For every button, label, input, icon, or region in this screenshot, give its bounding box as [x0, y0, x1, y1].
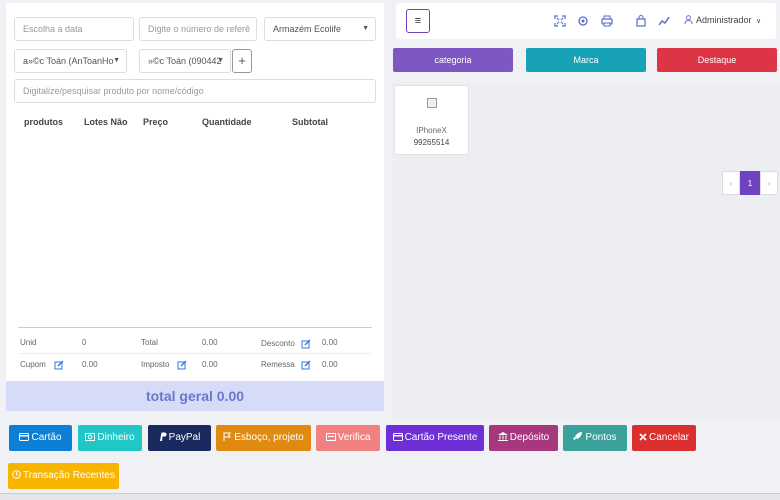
add-customer-button[interactable]: +	[232, 49, 252, 73]
shopping-bag-icon[interactable]	[635, 15, 647, 27]
date-input[interactable]: Escolha a data	[14, 17, 134, 41]
clock-icon	[12, 470, 21, 479]
points-payment-button[interactable]: Pontos	[563, 425, 627, 451]
shipping-value: 0.00	[322, 360, 338, 369]
col-lots: Lotes Não	[84, 117, 128, 127]
settings-icon[interactable]	[577, 15, 589, 27]
brand-button[interactable]: Marca	[526, 48, 646, 72]
paypal-icon	[159, 432, 167, 441]
prev-page-button[interactable]: ‹	[722, 171, 740, 195]
user-name: Administrador	[696, 15, 752, 25]
product-grid: IPhoneX 99265514 ‹ 1 ›	[392, 83, 780, 418]
warehouse-select[interactable]: Armazém Ecolife ▼	[264, 17, 376, 41]
gift-card-payment-button[interactable]: Cartão Presente	[386, 425, 484, 451]
horizontal-scrollbar[interactable]	[0, 493, 780, 500]
credit-card-icon	[19, 433, 30, 441]
edit-icon[interactable]	[301, 360, 311, 370]
tax-value: 0.00	[202, 360, 218, 369]
tax-label: Imposto	[141, 360, 170, 369]
paypal-payment-label: PayPal	[168, 432, 201, 443]
draft-label: Esboço, projeto	[234, 432, 304, 443]
col-subtotal: Subtotal	[292, 117, 328, 127]
credit-card-icon	[392, 433, 403, 441]
recent-transactions-label: Transação Recentes	[23, 470, 115, 481]
total-value: 0.00	[202, 338, 218, 347]
next-page-button[interactable]: ›	[760, 171, 778, 195]
total-label: Total	[141, 338, 158, 347]
paypal-payment-button[interactable]: PayPal	[148, 425, 211, 451]
cash-payment-button[interactable]: Dinheiro	[78, 425, 142, 451]
caret-down-icon: ▼	[217, 57, 224, 64]
category-button[interactable]: categoria	[393, 48, 513, 72]
close-icon	[639, 433, 647, 441]
coupon-value: 0.00	[82, 360, 98, 369]
col-products: produtos	[24, 117, 63, 127]
featured-button[interactable]: Destaque	[657, 48, 777, 72]
draft-button[interactable]: Esboço, projeto	[216, 425, 311, 451]
deposit-label: Depósito	[509, 432, 550, 443]
scan-product-input[interactable]: Digitalize/pesquisar produto por nome/có…	[14, 79, 376, 103]
shipping-label: Remessa	[261, 360, 295, 369]
divider	[18, 327, 372, 328]
cart-panel: Escolha a data Digite o número de referê…	[6, 3, 384, 411]
money-icon	[85, 433, 96, 441]
discount-value: 0.00	[322, 338, 338, 347]
check-payment-button[interactable]: Verifica	[316, 425, 380, 451]
product-name: IPhoneX	[416, 126, 447, 135]
col-quantity: Quantidade	[202, 117, 252, 127]
hamburger-icon[interactable]: ≡	[406, 9, 430, 33]
discount-label: Desconto	[261, 339, 295, 348]
product-code: 99265514	[413, 138, 450, 147]
gift-card-label: Cartão Presente	[404, 432, 478, 443]
customer-select[interactable]: a»©c Toán (AnToanHo ▼	[14, 49, 127, 73]
money-check-icon	[325, 433, 336, 441]
coupon-label: Cupom	[20, 360, 46, 369]
reference-input[interactable]: Digite o número de referê	[139, 17, 257, 41]
caret-down-icon: ▼	[113, 57, 120, 64]
card-payment-label: Cartão	[31, 432, 62, 443]
customer-value: a»©c Toán (AnToanHo	[23, 56, 114, 66]
rocket-icon	[573, 432, 583, 440]
points-label: Pontos	[585, 432, 617, 443]
cancel-button[interactable]: Cancelar	[632, 425, 696, 451]
page-1-button[interactable]: 1	[740, 171, 760, 195]
col-price: Preço	[143, 117, 169, 127]
customer2-select[interactable]: »©c Toán (090442 ▼	[139, 49, 231, 73]
recent-transactions-button[interactable]: Transação Recentes	[8, 463, 119, 489]
edit-icon[interactable]	[177, 360, 187, 370]
unit-value: 0	[82, 338, 87, 347]
edit-icon[interactable]	[54, 360, 64, 370]
unit-label: Unid	[20, 338, 37, 347]
user-menu[interactable]: Administrador ∨	[684, 15, 761, 25]
chart-line-icon[interactable]	[658, 15, 670, 27]
product-card[interactable]: IPhoneX 99265514	[394, 85, 469, 155]
cash-payment-label: Dinheiro	[97, 432, 135, 443]
edit-icon[interactable]	[301, 339, 311, 349]
divider	[18, 353, 372, 354]
chevron-down-icon: ∨	[756, 18, 762, 25]
warehouse-value: Armazém Ecolife	[273, 24, 342, 34]
top-bar: ≡ Administrador ∨	[396, 3, 776, 39]
fullscreen-icon[interactable]	[554, 15, 566, 27]
user-icon	[684, 15, 693, 25]
bank-icon	[497, 432, 508, 441]
caret-down-icon: ▼	[362, 25, 369, 32]
card-payment-button[interactable]: Cartão	[9, 425, 72, 451]
broken-image-icon	[427, 98, 437, 108]
grand-total: total geral 0.00	[6, 381, 384, 411]
printer-icon[interactable]	[601, 15, 613, 27]
deposit-payment-button[interactable]: Depósito	[489, 425, 558, 451]
customer2-value: »©c Toán (090442	[148, 56, 222, 66]
flag-icon	[223, 432, 232, 441]
check-payment-label: Verifica	[337, 432, 371, 443]
cancel-label: Cancelar	[648, 432, 690, 443]
